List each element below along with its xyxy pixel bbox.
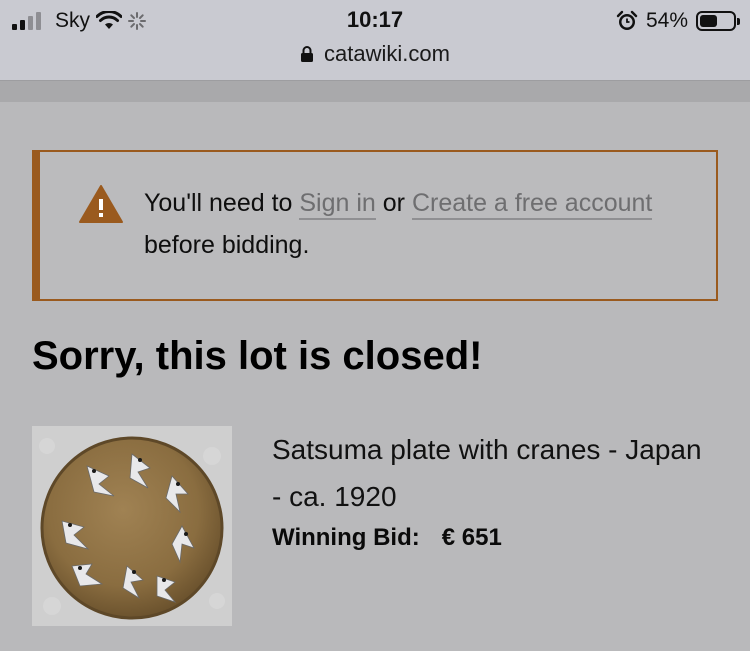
warning-icon (79, 185, 123, 223)
alarm-icon (616, 10, 638, 30)
winning-bid-value: € 651 (441, 524, 502, 551)
alert-text-or: or (375, 189, 412, 217)
satsuma-plate-image (32, 426, 232, 626)
url-domain: catawiki.com (324, 41, 450, 66)
page-title: Sorry, this lot is closed! (32, 334, 483, 378)
battery-level-fill (700, 15, 718, 27)
lot-title[interactable]: Satsuma plate with cranes - Japan - ca. … (272, 426, 712, 520)
winning-bid-label: Winning Bid: (272, 524, 420, 551)
browser-top-bar: Sky 10:17 54% catawiki.com (0, 0, 750, 80)
login-required-alert: You'll need to Sign in or Create a free … (32, 150, 718, 301)
winning-bid: Winning Bid: € 651 (272, 524, 502, 552)
lot-image[interactable] (32, 426, 232, 626)
alert-message: You'll need to Sign in or Create a free … (144, 182, 664, 266)
create-account-link[interactable]: Create a free account (411, 189, 653, 220)
address-bar[interactable]: catawiki.com (0, 40, 750, 68)
status-right: 54% (616, 8, 740, 34)
battery-icon (696, 11, 740, 31)
alert-text-before: You'll need to (144, 189, 300, 217)
sign-in-link[interactable]: Sign in (299, 189, 376, 220)
alert-text-after: before bidding. (144, 231, 310, 259)
toolbar-divider (0, 80, 750, 102)
battery-percent: 54% (645, 9, 688, 32)
lock-icon (301, 46, 314, 62)
